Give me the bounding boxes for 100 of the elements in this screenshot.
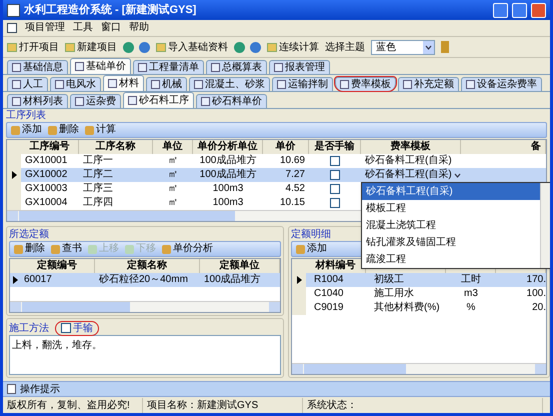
window-title: 水利工程造价系统 - [新建测试GYS] (24, 2, 196, 18)
tab[interactable]: 人工 (7, 77, 48, 91)
tab[interactable]: 机械 (146, 77, 187, 91)
tool-icon[interactable] (139, 42, 150, 52)
toolbar-button[interactable]: 打开项目 (7, 40, 59, 54)
dropdown-option[interactable]: 混凝土浇筑工程 (362, 217, 540, 234)
tool-icon[interactable] (123, 42, 134, 52)
tool-icon[interactable] (250, 42, 261, 52)
tab[interactable]: 基础信息 (7, 60, 68, 74)
tool-icon[interactable] (234, 42, 245, 52)
caret-icon (454, 172, 461, 178)
tab[interactable]: 基础单价 (70, 58, 131, 74)
row-pointer-icon (12, 171, 16, 179)
table-row[interactable]: C1040 施工用水 m3 100. (292, 287, 546, 301)
table-row[interactable]: GX10002 工序二 ㎡ 100成品堆方 7.27 砂石备料工程(自采) (7, 168, 546, 182)
minimize-button[interactable] (493, 2, 508, 18)
template-combobox[interactable]: 砂石备料工程(自采) (361, 168, 481, 182)
manual-label[interactable]: 手输 (73, 320, 93, 336)
toolbar-button[interactable]: 连续计算 (267, 40, 319, 54)
hint-icon (7, 384, 16, 394)
tab[interactable]: 报表管理 (269, 60, 330, 74)
table-cell-text: GX10003 (24, 182, 68, 196)
close-button[interactable] (531, 2, 546, 18)
tab[interactable]: 砂石料工序 (123, 92, 194, 108)
checkbox[interactable] (330, 170, 340, 180)
table-cell-text: 4.52 (284, 182, 306, 196)
horizontal-scrollbar[interactable] (292, 363, 546, 374)
toolbar-button[interactable]: 删除 (48, 125, 79, 135)
menu-item[interactable]: 工具 (73, 23, 93, 33)
tab[interactable]: 运输拌制 (272, 77, 333, 91)
app-icon (7, 23, 17, 33)
tool-icon (65, 42, 75, 52)
horizontal-scrollbar[interactable] (10, 301, 280, 312)
tab[interactable]: 材料列表 (7, 94, 68, 108)
checkbox[interactable] (330, 184, 340, 194)
table-cell-text: 100成品堆方 (198, 168, 258, 182)
tool-icon (48, 126, 57, 134)
toolbar-button[interactable]: 计算 (85, 125, 116, 135)
row-pointer-icon (296, 276, 302, 284)
table-cell-text: 100成品堆方 (198, 154, 258, 168)
table-cell-text: C1040 (313, 287, 344, 301)
tool-icon (296, 244, 305, 254)
tab[interactable]: 混凝土、砂浆 (189, 77, 270, 91)
tab[interactable]: 电风水 (50, 77, 101, 91)
tab-icon (340, 80, 349, 89)
table-cell-text: % (466, 301, 476, 315)
tab-icon (466, 80, 475, 89)
table-row[interactable]: R1004 初级工 工时 170. (292, 273, 546, 287)
status-text: 版权所有，复制、盗用必究! (3, 398, 143, 412)
table-cell-text: ㎡ (167, 196, 179, 210)
table-cell-text: GX10004 (24, 196, 68, 210)
table-cell-text: ㎡ (167, 182, 179, 196)
table-cell-text: ㎡ (167, 154, 179, 168)
checkbox[interactable] (330, 156, 340, 166)
table-cell-text: 工序三 (82, 182, 114, 196)
table-cell-text: 工序四 (82, 196, 114, 210)
tab[interactable]: 补充定额 (398, 77, 459, 91)
menu-item[interactable]: 帮助 (129, 23, 149, 33)
tab[interactable]: 费率模板 (335, 77, 396, 91)
table-cell-text: 100. (526, 287, 546, 301)
checkbox[interactable] (330, 198, 340, 208)
tab[interactable]: 总概算表 (206, 60, 267, 74)
table-cell-text: 工时 (460, 273, 482, 287)
toolbar-button[interactable]: 查书 (51, 244, 82, 254)
table-cell-text: 施工用水 (373, 287, 415, 301)
dropdown-option[interactable]: 钻孔灌浆及锚固工程 (362, 234, 540, 251)
table-row[interactable]: 60017 砂石粒径20～40mm 100成品堆方 (10, 273, 280, 287)
maximize-button[interactable] (512, 2, 527, 18)
tool-icon (156, 42, 166, 52)
table-cell-text: 100m3 (212, 196, 244, 210)
tab-icon (128, 96, 137, 105)
table-row[interactable]: C9019 其他材料费(%) % 20. (292, 301, 546, 315)
toolbar-button[interactable]: 导入基础资料 (156, 40, 228, 54)
vertical-scrollbar[interactable] (540, 183, 550, 268)
toolbar-button[interactable]: 单价分析 (162, 244, 213, 254)
table-cell-text: 工序二 (82, 168, 114, 182)
theme-select[interactable]: 蓝色 (371, 40, 435, 54)
menu-item[interactable]: 窗口 (101, 23, 121, 33)
table-cell-text: C9019 (313, 301, 344, 315)
method-textarea[interactable]: 上料，翻洗，堆存。 (9, 335, 281, 375)
tab[interactable]: 工程量清单 (133, 60, 204, 74)
tool-icon (14, 244, 23, 254)
table-cell-text: 170. (526, 273, 546, 287)
checkbox[interactable] (61, 323, 71, 333)
tab[interactable]: 材料 (103, 75, 144, 91)
tab[interactable]: 砂石料单价 (196, 94, 267, 108)
tab[interactable]: 运杂费 (70, 94, 121, 108)
toolbar-button[interactable]: 添加 (11, 125, 42, 135)
table-cell-text: GX10002 (24, 168, 68, 182)
app-icon (7, 4, 20, 16)
table-cell-text: 工序一 (82, 154, 114, 168)
tab[interactable]: 设备运杂费率 (461, 77, 542, 91)
toolbar-button[interactable]: 新建项目 (65, 40, 117, 54)
dropdown-option[interactable]: 砂石备料工程(自采) (362, 183, 540, 200)
menu-item[interactable]: 项目管理 (25, 23, 65, 33)
table-cell-text: 其他材料费(%) (373, 301, 441, 315)
tool-icon (125, 244, 134, 254)
hint-label: 操作提示 (20, 382, 60, 396)
toolbar-button[interactable]: 添加 (296, 244, 327, 254)
toolbar-button[interactable]: 删除 (14, 244, 45, 254)
